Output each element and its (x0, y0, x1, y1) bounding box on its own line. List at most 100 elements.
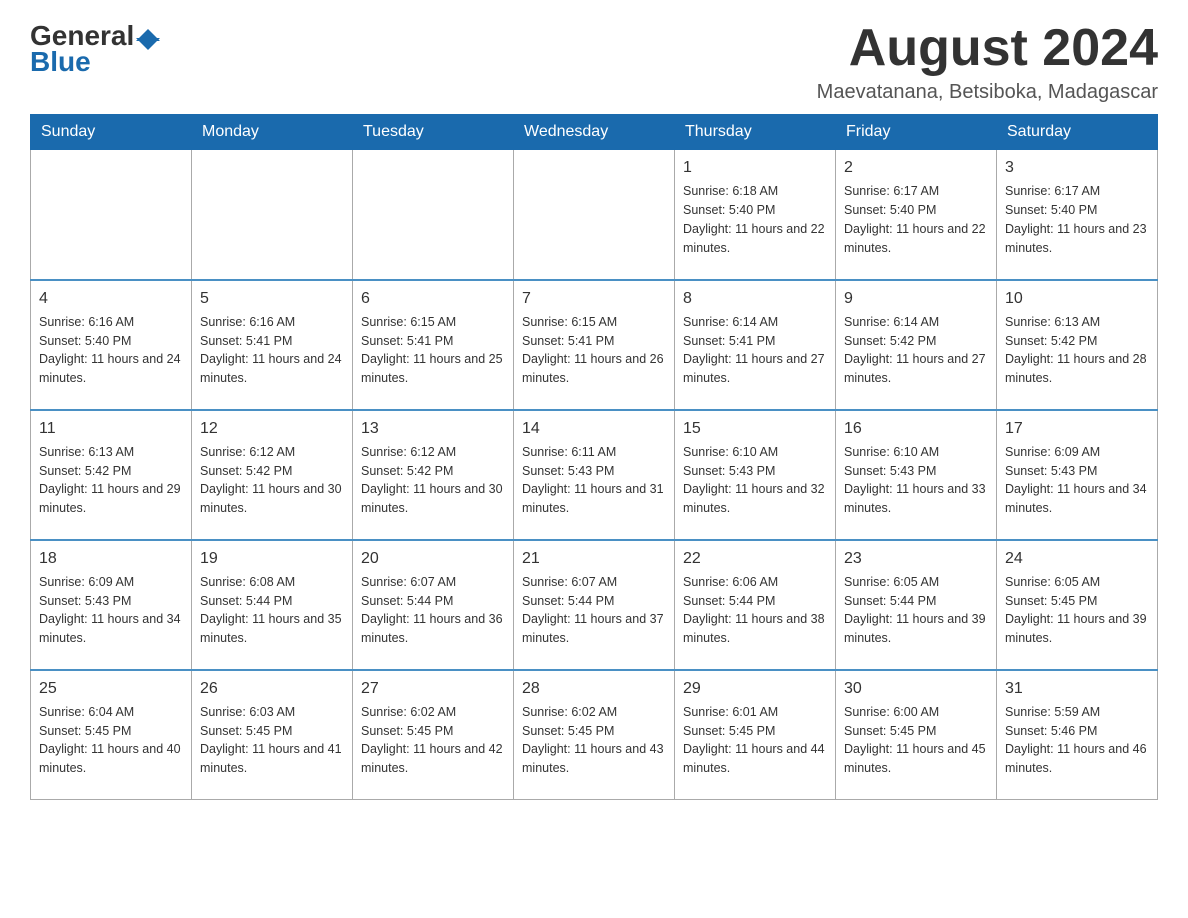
calendar-cell: 29 Sunrise: 6:01 AM Sunset: 5:45 PM Dayli… (675, 670, 836, 800)
day-info: Sunrise: 6:03 AM Sunset: 5:45 PM Dayligh… (200, 703, 344, 778)
day-info: Sunrise: 6:12 AM Sunset: 5:42 PM Dayligh… (200, 443, 344, 518)
day-header-monday: Monday (192, 115, 353, 150)
calendar-cell: 2 Sunrise: 6:17 AM Sunset: 5:40 PM Daylig… (836, 150, 997, 280)
calendar-cell: 10Sunrise: 6:13 AM Sunset: 5:42 PM Dayli… (997, 280, 1158, 410)
calendar-cell: 12Sunrise: 6:12 AM Sunset: 5:42 PM Dayli… (192, 410, 353, 540)
day-info: Sunrise: 6:01 AM Sunset: 5:45 PM Dayligh… (683, 703, 827, 778)
day-number: 23 (844, 547, 988, 570)
day-info: Sunrise: 6:05 AM Sunset: 5:44 PM Dayligh… (844, 573, 988, 648)
day-info: Sunrise: 6:10 AM Sunset: 5:43 PM Dayligh… (683, 443, 827, 518)
day-number: 31 (1005, 677, 1149, 700)
day-number: 16 (844, 417, 988, 440)
calendar-cell: 6 Sunrise: 6:15 AM Sunset: 5:41 PM Daylig… (353, 280, 514, 410)
calendar-cell: 27 Sunrise: 6:02 AM Sunset: 5:45 PM Dayli… (353, 670, 514, 800)
day-number: 20 (361, 547, 505, 570)
day-info: Sunrise: 6:13 AM Sunset: 5:42 PM Dayligh… (1005, 313, 1149, 388)
day-number: 9 (844, 287, 988, 310)
calendar-week-4: 18 Sunrise: 6:09 AM Sunset: 5:43 PM Dayli… (31, 540, 1158, 670)
calendar-cell: 28 Sunrise: 6:02 AM Sunset: 5:45 PM Dayli… (514, 670, 675, 800)
calendar-cell: 9 Sunrise: 6:14 AM Sunset: 5:42 PM Daylig… (836, 280, 997, 410)
logo: General Blue (30, 20, 160, 78)
day-header-thursday: Thursday (675, 115, 836, 150)
day-info: Sunrise: 6:15 AM Sunset: 5:41 PM Dayligh… (361, 313, 505, 388)
day-header-tuesday: Tuesday (353, 115, 514, 150)
calendar-header-row: SundayMondayTuesdayWednesdayThursdayFrid… (31, 115, 1158, 150)
calendar-cell: 4 Sunrise: 6:16 AM Sunset: 5:40 PM Daylig… (31, 280, 192, 410)
calendar-cell: 25Sunrise: 6:04 AM Sunset: 5:45 PM Dayli… (31, 670, 192, 800)
day-number: 26 (200, 677, 344, 700)
day-number: 1 (683, 156, 827, 179)
calendar-cell: 31 Sunrise: 5:59 AM Sunset: 5:46 PM Dayli… (997, 670, 1158, 800)
day-info: Sunrise: 6:05 AM Sunset: 5:45 PM Dayligh… (1005, 573, 1149, 648)
day-number: 29 (683, 677, 827, 700)
calendar-cell: 1 Sunrise: 6:18 AM Sunset: 5:40 PM Daylig… (675, 150, 836, 280)
day-info: Sunrise: 5:59 AM Sunset: 5:46 PM Dayligh… (1005, 703, 1149, 778)
calendar-cell: 3 Sunrise: 6:17 AM Sunset: 5:40 PM Daylig… (997, 150, 1158, 280)
day-info: Sunrise: 6:00 AM Sunset: 5:45 PM Dayligh… (844, 703, 988, 778)
day-info: Sunrise: 6:15 AM Sunset: 5:41 PM Dayligh… (522, 313, 666, 388)
header: General Blue August 2024 Maevatanana, Be… (30, 20, 1158, 104)
month-title: August 2024 (817, 20, 1158, 77)
day-number: 5 (200, 287, 344, 310)
day-info: Sunrise: 6:09 AM Sunset: 5:43 PM Dayligh… (39, 573, 183, 648)
calendar-cell: 16 Sunrise: 6:10 AM Sunset: 5:43 PM Dayli… (836, 410, 997, 540)
day-number: 14 (522, 417, 666, 440)
calendar-week-5: 25Sunrise: 6:04 AM Sunset: 5:45 PM Dayli… (31, 670, 1158, 800)
day-number: 27 (361, 677, 505, 700)
day-number: 21 (522, 547, 666, 570)
day-number: 24 (1005, 547, 1149, 570)
day-info: Sunrise: 6:11 AM Sunset: 5:43 PM Dayligh… (522, 443, 666, 518)
day-info: Sunrise: 6:09 AM Sunset: 5:43 PM Dayligh… (1005, 443, 1149, 518)
day-info: Sunrise: 6:17 AM Sunset: 5:40 PM Dayligh… (1005, 182, 1149, 257)
day-number: 30 (844, 677, 988, 700)
day-number: 18 (39, 547, 183, 570)
day-info: Sunrise: 6:14 AM Sunset: 5:41 PM Dayligh… (683, 313, 827, 388)
day-number: 13 (361, 417, 505, 440)
calendar-cell: 13 Sunrise: 6:12 AM Sunset: 5:42 PM Dayli… (353, 410, 514, 540)
calendar-cell: 11 Sunrise: 6:13 AM Sunset: 5:42 PM Dayli… (31, 410, 192, 540)
calendar-cell: 30 Sunrise: 6:00 AM Sunset: 5:45 PM Dayli… (836, 670, 997, 800)
calendar-week-2: 4 Sunrise: 6:16 AM Sunset: 5:40 PM Daylig… (31, 280, 1158, 410)
day-info: Sunrise: 6:02 AM Sunset: 5:45 PM Dayligh… (361, 703, 505, 778)
calendar-cell: 17 Sunrise: 6:09 AM Sunset: 5:43 PM Dayli… (997, 410, 1158, 540)
day-info: Sunrise: 6:02 AM Sunset: 5:45 PM Dayligh… (522, 703, 666, 778)
calendar-cell: 14 Sunrise: 6:11 AM Sunset: 5:43 PM Dayli… (514, 410, 675, 540)
day-number: 2 (844, 156, 988, 179)
day-info: Sunrise: 6:16 AM Sunset: 5:40 PM Dayligh… (39, 313, 183, 388)
calendar-cell: 15 Sunrise: 6:10 AM Sunset: 5:43 PM Dayli… (675, 410, 836, 540)
calendar-cell: 18 Sunrise: 6:09 AM Sunset: 5:43 PM Dayli… (31, 540, 192, 670)
calendar-cell: 19Sunrise: 6:08 AM Sunset: 5:44 PM Dayli… (192, 540, 353, 670)
calendar-cell (31, 150, 192, 280)
day-info: Sunrise: 6:07 AM Sunset: 5:44 PM Dayligh… (361, 573, 505, 648)
day-info: Sunrise: 6:07 AM Sunset: 5:44 PM Dayligh… (522, 573, 666, 648)
day-info: Sunrise: 6:04 AM Sunset: 5:45 PM Dayligh… (39, 703, 183, 778)
day-info: Sunrise: 6:13 AM Sunset: 5:42 PM Dayligh… (39, 443, 183, 518)
day-header-saturday: Saturday (997, 115, 1158, 150)
day-info: Sunrise: 6:12 AM Sunset: 5:42 PM Dayligh… (361, 443, 505, 518)
day-header-wednesday: Wednesday (514, 115, 675, 150)
day-number: 28 (522, 677, 666, 700)
day-number: 4 (39, 287, 183, 310)
day-info: Sunrise: 6:17 AM Sunset: 5:40 PM Dayligh… (844, 182, 988, 257)
day-info: Sunrise: 6:14 AM Sunset: 5:42 PM Dayligh… (844, 313, 988, 388)
title-area: August 2024 Maevatanana, Betsiboka, Mada… (817, 20, 1158, 104)
day-info: Sunrise: 6:10 AM Sunset: 5:43 PM Dayligh… (844, 443, 988, 518)
day-number: 6 (361, 287, 505, 310)
calendar-week-3: 11 Sunrise: 6:13 AM Sunset: 5:42 PM Dayli… (31, 410, 1158, 540)
day-number: 15 (683, 417, 827, 440)
day-number: 3 (1005, 156, 1149, 179)
day-info: Sunrise: 6:16 AM Sunset: 5:41 PM Dayligh… (200, 313, 344, 388)
day-number: 19 (200, 547, 344, 570)
calendar-cell (192, 150, 353, 280)
calendar-cell (514, 150, 675, 280)
day-number: 7 (522, 287, 666, 310)
day-number: 8 (683, 287, 827, 310)
calendar-cell: 20 Sunrise: 6:07 AM Sunset: 5:44 PM Dayli… (353, 540, 514, 670)
calendar-cell: 23 Sunrise: 6:05 AM Sunset: 5:44 PM Dayli… (836, 540, 997, 670)
day-number: 11 (39, 417, 183, 440)
day-info: Sunrise: 6:06 AM Sunset: 5:44 PM Dayligh… (683, 573, 827, 648)
day-info: Sunrise: 6:18 AM Sunset: 5:40 PM Dayligh… (683, 182, 827, 257)
calendar-cell: 22Sunrise: 6:06 AM Sunset: 5:44 PM Dayli… (675, 540, 836, 670)
calendar-cell (353, 150, 514, 280)
day-number: 17 (1005, 417, 1149, 440)
